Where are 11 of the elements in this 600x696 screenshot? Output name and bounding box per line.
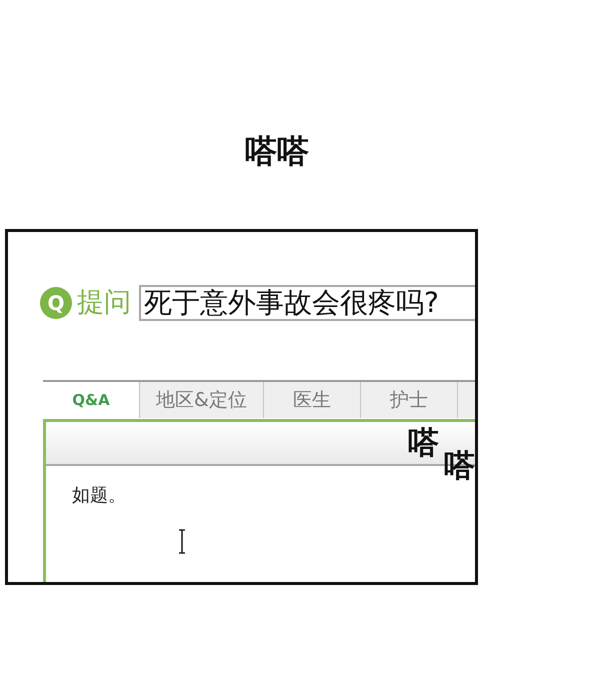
tab[interactable]: 护士 <box>360 382 458 418</box>
body-text: 如题。 <box>72 485 126 506</box>
tab[interactable]: 医生 <box>264 382 361 418</box>
tab[interactable]: 地区&定位 <box>140 382 264 418</box>
sound-effect-text: 嗒嗒 <box>245 131 309 171</box>
question-badge: Q <box>40 287 72 319</box>
question-field[interactable]: 死于意外事故会很疼吗? <box>139 285 475 321</box>
sound-effect-text: 嗒 <box>444 448 475 484</box>
text-cursor-icon <box>178 529 186 554</box>
sound-effect-text: 嗒 <box>408 425 439 461</box>
question-label: 提问 <box>77 286 131 320</box>
